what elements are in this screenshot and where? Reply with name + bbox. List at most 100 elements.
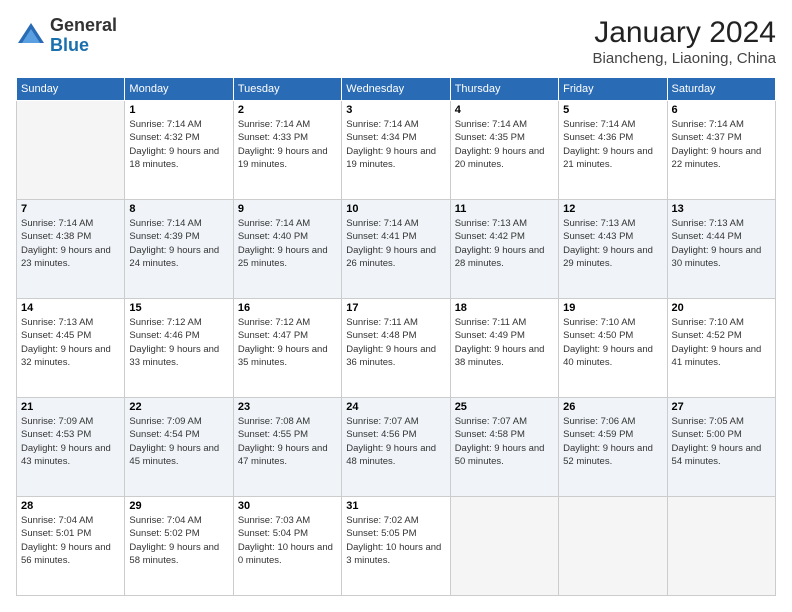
- day-number: 10: [346, 203, 445, 215]
- calendar-day-cell: 19 Sunrise: 7:10 AMSunset: 4:50 PMDayligh…: [559, 299, 667, 398]
- day-number: 12: [563, 203, 662, 215]
- calendar-day-cell: 13 Sunrise: 7:13 AMSunset: 4:44 PMDayligh…: [667, 200, 775, 299]
- day-info: Sunrise: 7:02 AMSunset: 5:05 PMDaylight:…: [346, 514, 445, 567]
- day-info: Sunrise: 7:14 AMSunset: 4:34 PMDaylight:…: [346, 118, 445, 171]
- day-info: Sunrise: 7:14 AMSunset: 4:39 PMDaylight:…: [129, 217, 228, 270]
- calendar-day-cell: 4Sunrise: 7:14 AMSunset: 4:35 PMDaylight…: [450, 101, 558, 200]
- calendar-header-row: SundayMondayTuesdayWednesdayThursdayFrid…: [17, 78, 776, 101]
- calendar-week-row: 21 Sunrise: 7:09 AMSunset: 4:53 PMDayligh…: [17, 398, 776, 497]
- day-number: 26: [563, 401, 662, 413]
- day-number: 19: [563, 302, 662, 314]
- calendar-header-thursday: Thursday: [450, 78, 558, 101]
- calendar-day-cell: 1 Sunrise: 7:14 AMSunset: 4:32 PMDaylight…: [125, 101, 233, 200]
- day-info: Sunrise: 7:11 AMSunset: 4:48 PMDaylight:…: [346, 316, 445, 369]
- calendar-header-sunday: Sunday: [17, 78, 125, 101]
- calendar-week-row: 7 Sunrise: 7:14 AMSunset: 4:38 PMDaylight…: [17, 200, 776, 299]
- calendar-day-cell: 7 Sunrise: 7:14 AMSunset: 4:38 PMDaylight…: [17, 200, 125, 299]
- day-info: Sunrise: 7:10 AMSunset: 4:50 PMDaylight:…: [563, 316, 662, 369]
- day-info: Sunrise: 7:13 AMSunset: 4:45 PMDaylight:…: [21, 316, 120, 369]
- calendar-day-cell: [667, 497, 775, 596]
- day-number: 2: [238, 104, 337, 116]
- calendar-header-friday: Friday: [559, 78, 667, 101]
- day-number: 22: [129, 401, 228, 413]
- day-info: Sunrise: 7:12 AMSunset: 4:46 PMDaylight:…: [129, 316, 228, 369]
- day-number: 18: [455, 302, 554, 314]
- calendar-day-cell: 24 Sunrise: 7:07 AMSunset: 4:56 PMDayligh…: [342, 398, 450, 497]
- day-info: Sunrise: 7:14 AMSunset: 4:32 PMDaylight:…: [129, 118, 228, 171]
- day-info: Sunrise: 7:14 AMSunset: 4:33 PMDaylight:…: [238, 118, 337, 171]
- day-number: 1: [129, 104, 228, 116]
- day-info: Sunrise: 7:09 AMSunset: 4:53 PMDaylight:…: [21, 415, 120, 468]
- day-number: 24: [346, 401, 445, 413]
- calendar-day-cell: [559, 497, 667, 596]
- calendar-header-wednesday: Wednesday: [342, 78, 450, 101]
- calendar-day-cell: 29 Sunrise: 7:04 AMSunset: 5:02 PMDayligh…: [125, 497, 233, 596]
- calendar-day-cell: 6Sunrise: 7:14 AMSunset: 4:37 PMDaylight…: [667, 101, 775, 200]
- calendar-day-cell: 3 Sunrise: 7:14 AMSunset: 4:34 PMDaylight…: [342, 101, 450, 200]
- day-info: Sunrise: 7:04 AMSunset: 5:01 PMDaylight:…: [21, 514, 120, 567]
- location-subtitle: Biancheng, Liaoning, China: [593, 50, 776, 67]
- calendar-week-row: 28 Sunrise: 7:04 AMSunset: 5:01 PMDayligh…: [17, 497, 776, 596]
- logo-general-text: General: [50, 16, 117, 36]
- day-number: 27: [672, 401, 771, 413]
- day-info: Sunrise: 7:10 AMSunset: 4:52 PMDaylight:…: [672, 316, 771, 369]
- day-number: 28: [21, 500, 120, 512]
- calendar-header-monday: Monday: [125, 78, 233, 101]
- day-number: 25: [455, 401, 554, 413]
- calendar-day-cell: 10 Sunrise: 7:14 AMSunset: 4:41 PMDayligh…: [342, 200, 450, 299]
- calendar-day-cell: 25Sunrise: 7:07 AMSunset: 4:58 PMDayligh…: [450, 398, 558, 497]
- day-number: 20: [672, 302, 771, 314]
- day-info: Sunrise: 7:08 AMSunset: 4:55 PMDaylight:…: [238, 415, 337, 468]
- calendar-day-cell: 28 Sunrise: 7:04 AMSunset: 5:01 PMDayligh…: [17, 497, 125, 596]
- day-number: 13: [672, 203, 771, 215]
- page: General Blue January 2024 Biancheng, Lia…: [0, 0, 792, 612]
- logo-icon: [16, 21, 46, 51]
- day-number: 3: [346, 104, 445, 116]
- day-number: 5: [563, 104, 662, 116]
- day-number: 8: [129, 203, 228, 215]
- day-info: Sunrise: 7:13 AMSunset: 4:44 PMDaylight:…: [672, 217, 771, 270]
- day-number: 11: [455, 203, 554, 215]
- day-info: Sunrise: 7:14 AMSunset: 4:37 PMDaylight:…: [672, 118, 771, 171]
- calendar-day-cell: 11 Sunrise: 7:13 AMSunset: 4:42 PMDayligh…: [450, 200, 558, 299]
- calendar-day-cell: 14Sunrise: 7:13 AMSunset: 4:45 PMDayligh…: [17, 299, 125, 398]
- calendar-day-cell: 15 Sunrise: 7:12 AMSunset: 4:46 PMDayligh…: [125, 299, 233, 398]
- day-info: Sunrise: 7:14 AMSunset: 4:40 PMDaylight:…: [238, 217, 337, 270]
- day-number: 4: [455, 104, 554, 116]
- calendar-table: SundayMondayTuesdayWednesdayThursdayFrid…: [16, 77, 776, 596]
- day-number: 21: [21, 401, 120, 413]
- day-info: Sunrise: 7:14 AMSunset: 4:38 PMDaylight:…: [21, 217, 120, 270]
- day-number: 31: [346, 500, 445, 512]
- day-number: 29: [129, 500, 228, 512]
- calendar-day-cell: 5 Sunrise: 7:14 AMSunset: 4:36 PMDaylight…: [559, 101, 667, 200]
- day-number: 16: [238, 302, 337, 314]
- day-info: Sunrise: 7:06 AMSunset: 4:59 PMDaylight:…: [563, 415, 662, 468]
- calendar-day-cell: 21 Sunrise: 7:09 AMSunset: 4:53 PMDayligh…: [17, 398, 125, 497]
- month-title: January 2024: [593, 16, 776, 50]
- logo-blue-text: Blue: [50, 36, 117, 56]
- calendar-day-cell: 23 Sunrise: 7:08 AMSunset: 4:55 PMDayligh…: [233, 398, 341, 497]
- day-number: 23: [238, 401, 337, 413]
- calendar-day-cell: 16Sunrise: 7:12 AMSunset: 4:47 PMDayligh…: [233, 299, 341, 398]
- header: General Blue January 2024 Biancheng, Lia…: [16, 16, 776, 67]
- logo: General Blue: [16, 16, 117, 56]
- day-info: Sunrise: 7:04 AMSunset: 5:02 PMDaylight:…: [129, 514, 228, 567]
- day-info: Sunrise: 7:03 AMSunset: 5:04 PMDaylight:…: [238, 514, 337, 567]
- day-number: 9: [238, 203, 337, 215]
- calendar-day-cell: 2 Sunrise: 7:14 AMSunset: 4:33 PMDaylight…: [233, 101, 341, 200]
- day-info: Sunrise: 7:14 AMSunset: 4:36 PMDaylight:…: [563, 118, 662, 171]
- day-info: Sunrise: 7:14 AMSunset: 4:41 PMDaylight:…: [346, 217, 445, 270]
- title-block: January 2024 Biancheng, Liaoning, China: [593, 16, 776, 67]
- calendar-week-row: 1 Sunrise: 7:14 AMSunset: 4:32 PMDaylight…: [17, 101, 776, 200]
- day-info: Sunrise: 7:11 AMSunset: 4:49 PMDaylight:…: [455, 316, 554, 369]
- calendar-day-cell: 18 Sunrise: 7:11 AMSunset: 4:49 PMDayligh…: [450, 299, 558, 398]
- day-number: 30: [238, 500, 337, 512]
- calendar-day-cell: 31 Sunrise: 7:02 AMSunset: 5:05 PMDayligh…: [342, 497, 450, 596]
- calendar-day-cell: 12Sunrise: 7:13 AMSunset: 4:43 PMDayligh…: [559, 200, 667, 299]
- day-info: Sunrise: 7:07 AMSunset: 4:56 PMDaylight:…: [346, 415, 445, 468]
- day-info: Sunrise: 7:13 AMSunset: 4:42 PMDaylight:…: [455, 217, 554, 270]
- day-number: 7: [21, 203, 120, 215]
- day-number: 15: [129, 302, 228, 314]
- calendar-day-cell: 30 Sunrise: 7:03 AMSunset: 5:04 PMDayligh…: [233, 497, 341, 596]
- logo-text: General Blue: [50, 16, 117, 56]
